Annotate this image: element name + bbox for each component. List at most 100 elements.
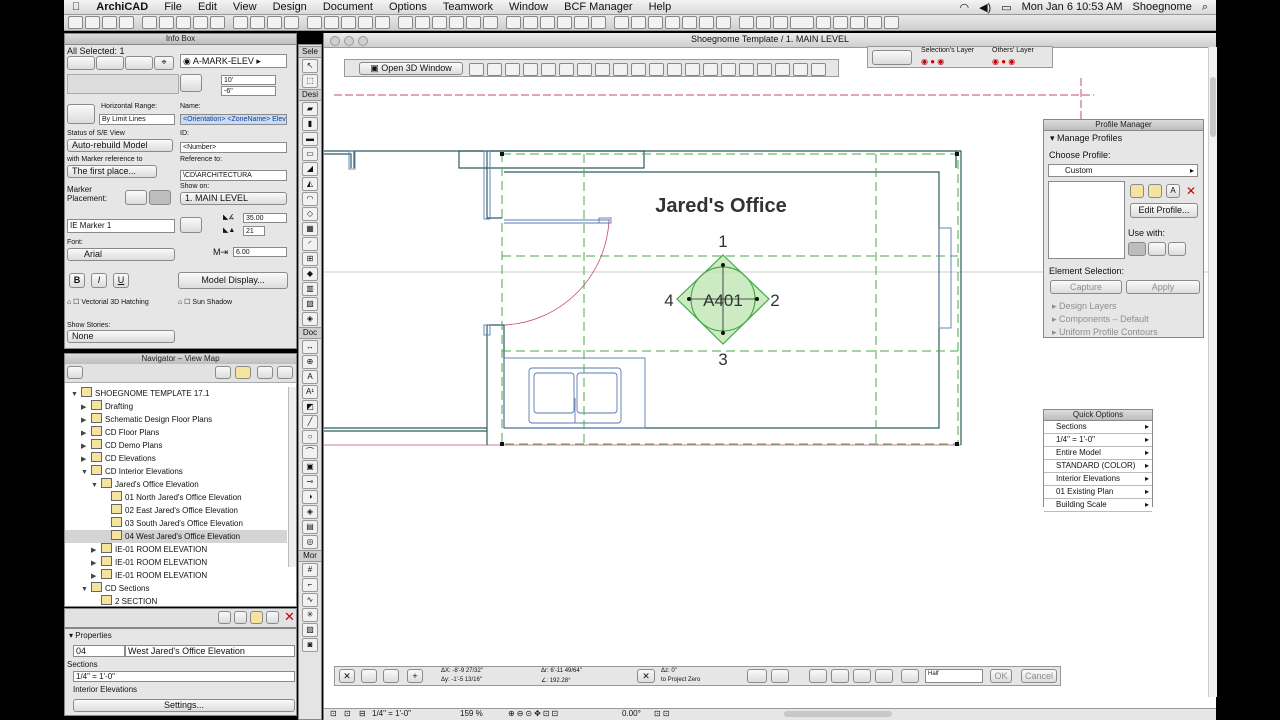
hidden-line-icon[interactable] [685,63,700,76]
id-field[interactable]: <Number> [180,142,287,153]
quick-option-item[interactable]: Sections [1044,421,1152,434]
marker-pen-icon[interactable] [180,217,202,233]
unlock-icon[interactable] [375,16,390,29]
interior-elevation-tool-icon[interactable]: ◈ [302,505,318,519]
manage-profiles-header[interactable]: ▾ Manage Profiles [1050,133,1122,144]
interior-elevation-marker[interactable]: A401 1 2 3 4 [664,232,779,369]
use-wall-icon[interactable] [1128,242,1146,256]
relative-construction-icon[interactable] [361,669,377,683]
vertical-scrollbar[interactable] [1208,47,1217,697]
quick-option-item[interactable]: STANDARD (COLOR) [1044,460,1152,473]
navigator-item[interactable]: ▶ CD Floor Plans [65,426,287,439]
send-receive-icon[interactable] [591,16,606,29]
snap-icon[interactable] [631,16,646,29]
toolbox-design-section[interactable]: Desi [299,89,321,101]
app-menu[interactable]: ArchiCAD [88,1,156,13]
navigator-item[interactable]: ▶ Schematic Design Floor Plans [65,413,287,426]
save-icon[interactable] [102,16,117,29]
menu-design[interactable]: Design [265,1,315,13]
zoom-out-icon[interactable] [867,16,882,29]
menu-clock[interactable]: Mon Jan 6 10:53 AM [1022,1,1123,14]
cutaway-icon[interactable] [595,63,610,76]
window-tool-icon[interactable]: ⊞ [302,252,318,266]
vertical-scroll-thumb[interactable] [1210,77,1216,137]
bring-forward-icon[interactable] [432,16,447,29]
height-icon[interactable] [180,74,202,92]
skylight-tool-icon[interactable]: ◇ [302,207,318,221]
magnet-icon[interactable] [875,669,893,683]
graphic-override-icon[interactable] [716,16,731,29]
spline-tool-icon[interactable]: ∿ [302,593,318,607]
section-box-icon[interactable] [613,63,628,76]
undo-zoom-icon[interactable]: ⊡ [330,709,337,719]
zoom-3d-icon[interactable] [505,63,520,76]
line-tool-icon[interactable]: ╱ [302,415,318,429]
label-tool-icon[interactable]: A¹ [302,385,318,399]
rename-profile-icon[interactable]: A [1166,184,1180,198]
reference-field[interactable]: \CD\ARCHITECTURA [180,170,287,181]
inject-icon[interactable] [267,16,282,29]
arrow-tool-icon[interactable]: ↖ [302,59,318,73]
navigator-item[interactable]: 04 West Jared's Office Elevation [65,530,287,543]
zoom-tools[interactable]: ⊕⊖⊙✥⊡⊡ [508,709,560,719]
quick-option-item[interactable]: Entire Model [1044,447,1152,460]
roof-tool-icon[interactable]: ◭ [302,177,318,191]
figure-tool-icon[interactable]: ▨ [302,623,318,637]
axonometry-icon[interactable] [739,63,754,76]
navigator-item[interactable]: ▶ Drafting [65,400,287,413]
italic-button[interactable]: I [91,273,107,288]
quick-option-item[interactable]: 01 Existing Plan [1044,486,1152,499]
add-offset-icon[interactable]: + [407,669,423,683]
placement-outside-icon[interactable] [125,190,147,205]
cut-icon[interactable] [142,16,157,29]
cancel-button[interactable]: Cancel [1021,669,1057,683]
status-select[interactable]: Auto-rebuild Model [67,139,173,152]
text-tool-icon[interactable]: A [302,370,318,384]
toolbox-more-section[interactable]: Mor [299,550,321,562]
3d-explore-icon[interactable] [833,16,848,29]
layout-map-icon[interactable] [277,366,293,379]
walk-icon[interactable] [523,63,538,76]
edit-profile-button[interactable]: Edit Profile... [1130,203,1198,218]
components-section[interactable]: ▸ Components – Default [1052,314,1149,325]
wall-end-tool-icon[interactable]: ⌐ [302,578,318,592]
shell-tool-icon[interactable]: ◠ [302,192,318,206]
show-stories-select[interactable]: None [67,330,175,343]
redo-icon[interactable] [210,16,225,29]
layers-icon[interactable] [466,16,481,29]
menu-user[interactable]: Shoegnome [1133,1,1192,14]
door-tool-icon[interactable]: ◜ [302,237,318,251]
paste-icon[interactable] [176,16,191,29]
target-icon[interactable]: ⌖ [154,56,174,70]
suspend-groups-icon[interactable] [341,16,356,29]
sun-shadow-checkbox[interactable]: ⌂ ☐ Sun Shadow [178,298,232,306]
show-on-select[interactable]: 1. MAIN LEVEL [180,192,287,205]
font-select[interactable]: Arial [67,248,175,261]
vectorial-hatching-checkbox[interactable]: ⌂ ☐ Vectorial 3D Hatching [67,298,149,306]
circle-tool-icon[interactable]: ○ [302,430,318,444]
quick-option-item[interactable]: Building Scale [1044,499,1152,512]
drawing-tool-icon[interactable]: ▣ [302,460,318,474]
settings-view-icon[interactable] [266,611,279,624]
filter-icon[interactable] [757,63,772,76]
orientation-readout[interactable]: 0.00° [622,709,641,719]
toolbox-select-section[interactable]: Sele [299,46,321,58]
grid-snap-icon[interactable] [853,669,871,683]
open-icon[interactable] [85,16,100,29]
elevation-method-button[interactable] [125,56,153,70]
wifi-icon[interactable]: ◠ [959,1,969,14]
new-view-icon[interactable] [218,611,231,624]
marker-type-button[interactable] [96,56,124,70]
material-icon[interactable] [775,63,790,76]
print-icon[interactable] [119,16,134,29]
lock-axis-icon[interactable]: ✕ [637,669,655,683]
perspective-icon[interactable] [721,63,736,76]
home-icon[interactable] [215,366,231,379]
profile-select[interactable]: Custom ▸ [1048,164,1198,177]
magic-wand-icon[interactable] [284,16,299,29]
elevation-tool-icon[interactable]: ◑ [302,490,318,504]
detail-tool-icon[interactable]: ◎ [302,535,318,549]
worksheet-tool-icon[interactable]: ▤ [302,520,318,534]
horizontal-range-field[interactable]: By Limit Lines [99,114,175,125]
pan-icon[interactable] [487,63,502,76]
